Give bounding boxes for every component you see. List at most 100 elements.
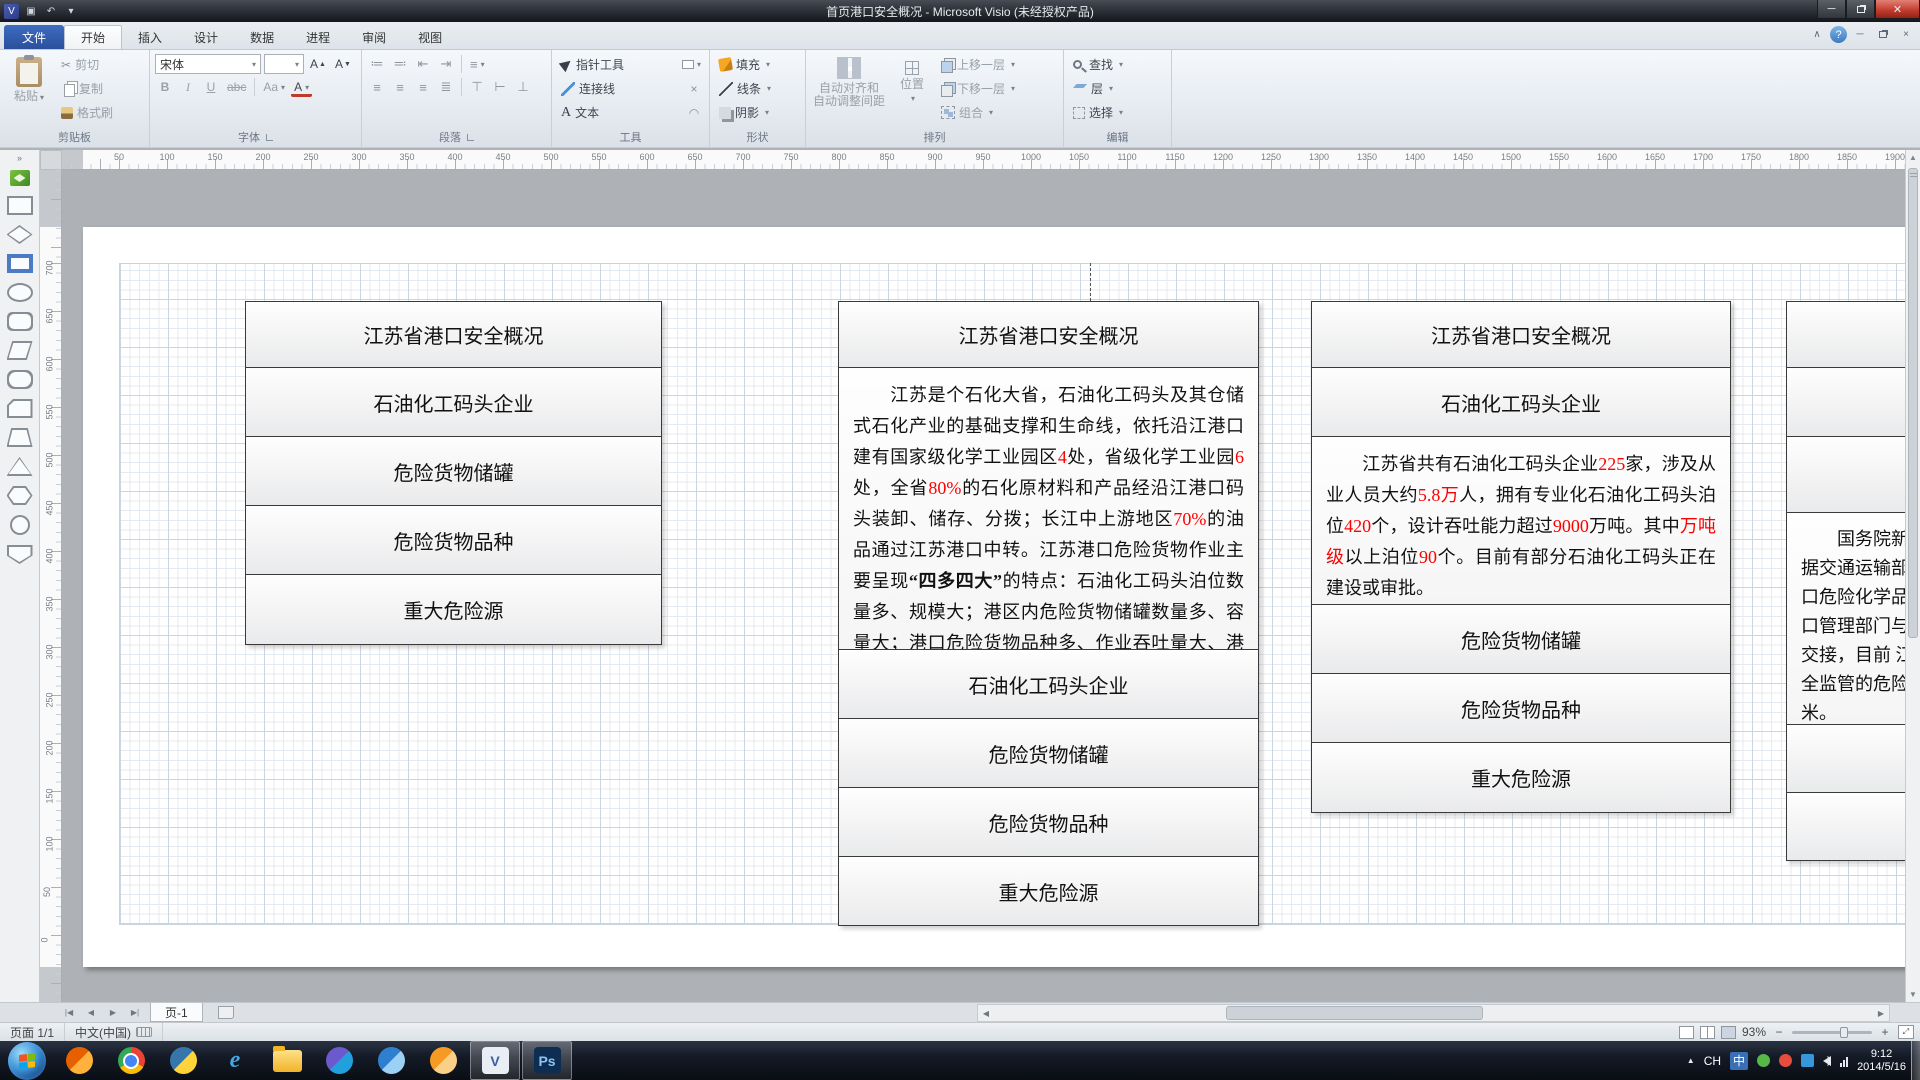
fill-button[interactable]: 填充▾ — [715, 54, 800, 75]
stencil-shape-shield[interactable] — [7, 545, 33, 564]
stencil-shape-card[interactable] — [7, 399, 33, 418]
find-button[interactable]: 查找▾ — [1069, 54, 1166, 75]
stencil-shape-triangle[interactable] — [7, 457, 33, 476]
diagram-cell[interactable]: 江苏省港口安全概况 — [838, 301, 1259, 368]
horizontal-scrollbar-thumb[interactable] — [1226, 1006, 1483, 1020]
tray-app-icon-green[interactable] — [1757, 1054, 1770, 1067]
tray-app-icon-blue[interactable] — [1801, 1054, 1814, 1067]
diagram-cell[interactable] — [1786, 367, 1905, 437]
diagram-port-safety-overview-list[interactable]: 江苏省港口安全概况石油化工码头企业危险货物储罐危险货物品种重大危险源 — [245, 301, 662, 645]
ribbon-tab-设计[interactable]: 设计 — [178, 25, 234, 49]
page-tab-1[interactable]: 页-1 — [150, 1003, 203, 1022]
line-spacing-button[interactable]: ≡▾ — [467, 54, 488, 74]
align-right-button[interactable]: ≡ — [413, 77, 433, 97]
taskbar-app-media-player[interactable] — [314, 1041, 364, 1080]
diagram-cell[interactable]: 危险货物储罐 — [245, 436, 662, 506]
ime-mode-icon[interactable]: 中 — [1730, 1052, 1748, 1070]
ribbon-tab-插入[interactable]: 插入 — [122, 25, 178, 49]
diagram-petrochemical-wharf-enterprises[interactable]: 江苏省港口安全概况石油化工码头企业 江苏省共有石油化工码头企业225家，涉及从业… — [1311, 301, 1731, 813]
taskbar-app-chrome[interactable] — [106, 1041, 156, 1080]
stencil-shape-rectangle[interactable] — [7, 196, 33, 215]
insert-page-button[interactable] — [218, 1006, 234, 1019]
tray-app-icon-red[interactable] — [1779, 1054, 1792, 1067]
scroll-up-icon[interactable]: ▲ — [1906, 150, 1920, 165]
taskbar-app-photoshop[interactable]: Ps — [522, 1041, 572, 1080]
bullets-button[interactable]: ≔ — [367, 54, 387, 74]
qat-customize-icon[interactable]: ▾ — [63, 3, 79, 19]
taskbar-app-outlook[interactable] — [418, 1041, 468, 1080]
diagram-cell[interactable] — [1786, 436, 1905, 513]
send-backward-button[interactable]: 下移一层▾ — [937, 78, 1019, 99]
page-nav-button-2[interactable]: ▶ — [102, 1003, 124, 1022]
zoom-out-icon[interactable]: − — [1772, 1025, 1786, 1039]
vertical-scrollbar-thumb[interactable] — [1908, 168, 1918, 638]
copy-button[interactable]: 复制 — [57, 78, 117, 99]
scroll-down-icon[interactable]: ▼ — [1906, 987, 1920, 1002]
connection-point-tool-button[interactable]: × — [684, 79, 704, 99]
ribbon-tab-视图[interactable]: 视图 — [402, 25, 458, 49]
diagram-cell[interactable]: 危险货物品种 — [838, 787, 1259, 857]
diagram-port-safety-overview-detail[interactable]: 江苏省港口安全概况 江苏是个石化大省，石油化工码头及其仓储式石化产业的基础支撑和… — [838, 301, 1259, 926]
position-button[interactable]: 位置▾ — [891, 54, 933, 131]
page-nav-button-3[interactable]: ▶| — [124, 1003, 146, 1022]
diagram-cell[interactable] — [1786, 301, 1905, 368]
minimize-button[interactable]: ─ — [1817, 0, 1846, 19]
auto-align-button[interactable]: 自动对齐和自动调整间距 — [811, 54, 887, 131]
diagram-cell[interactable]: 重大危险源 — [245, 574, 662, 645]
font-size-select[interactable]: ▾ — [264, 54, 304, 74]
rectangle-tool-button[interactable]: ▾ — [679, 55, 704, 75]
fullscreen-view-icon[interactable] — [1700, 1026, 1715, 1039]
stencil-document-icon[interactable] — [10, 170, 30, 186]
font-name-select[interactable]: 宋体▾ — [155, 54, 261, 74]
increase-indent-button[interactable]: ⇥ — [436, 54, 456, 74]
taskbar-app-internet-explorer[interactable]: e — [210, 1041, 260, 1080]
doc-minimize-button[interactable]: ─ — [1850, 26, 1870, 43]
diagram-cell[interactable]: 江苏省港口安全概况 — [245, 301, 662, 368]
taskbar-app-firefox[interactable] — [54, 1041, 104, 1080]
shadow-button[interactable]: 阴影▾ — [715, 102, 800, 123]
diagram-cell[interactable]: 国务院新《据交通运输部和口危险化学品安口管理部门与安交接，目前 江苏全监管的危险… — [1786, 512, 1905, 725]
taskbar-clock[interactable]: 9:12 2014/5/16 — [1857, 1048, 1906, 1074]
select-button[interactable]: 选择▾ — [1069, 102, 1166, 123]
start-button[interactable] — [8, 1042, 46, 1080]
zoom-slider-thumb[interactable] — [1840, 1027, 1848, 1038]
pointer-tool-button[interactable]: 指针工具 — [557, 54, 628, 75]
minimize-ribbon-icon[interactable]: ∧ — [1807, 26, 1827, 43]
layers-button[interactable]: 层▾ — [1069, 78, 1166, 99]
scroll-right-icon[interactable]: ▶ — [1873, 1005, 1889, 1021]
undo-icon[interactable]: ↶ — [43, 3, 59, 19]
expand-shapes-panel-icon[interactable]: » — [0, 150, 39, 166]
page-indicator[interactable]: 页面 1/1 — [0, 1023, 65, 1041]
show-desktop-button[interactable] — [1911, 1041, 1920, 1080]
page-nav-button-0[interactable]: |◀ — [58, 1003, 80, 1022]
stencil-shape-circle[interactable] — [10, 515, 30, 535]
diagram-cell[interactable]: 江苏是个石化大省，石油化工码头及其仓储式石化产业的基础支撑和生命线，依托沿江港口… — [838, 367, 1259, 650]
tray-expand-icon[interactable]: ▲ — [1687, 1056, 1695, 1065]
align-top-button[interactable]: ⊤ — [467, 77, 487, 97]
stencil-shape-hexagon[interactable] — [7, 486, 33, 505]
diagram-cell[interactable]: 危险货物品种 — [1311, 673, 1731, 743]
align-middle-button[interactable]: ⊢ — [490, 77, 510, 97]
diagram-cell[interactable]: 江苏省共有石油化工码头企业225家，涉及从业人员大约5.8万人，拥有专业化石油化… — [1311, 436, 1731, 605]
stencil-shape-ellipse[interactable] — [7, 283, 33, 302]
diagram-cell[interactable] — [1786, 792, 1905, 861]
diagram-cell[interactable]: 石油化工码头企业 — [1311, 367, 1731, 437]
presentation-view-icon[interactable] — [1721, 1026, 1736, 1039]
diagram-cell[interactable]: 重大危险源 — [838, 856, 1259, 926]
numbering-button[interactable]: ≕ — [390, 54, 410, 74]
volume-icon[interactable] — [1823, 1056, 1831, 1066]
grow-font-button[interactable]: A▲ — [307, 54, 329, 74]
ribbon-tab-进程[interactable]: 进程 — [290, 25, 346, 49]
underline-button[interactable]: U — [201, 77, 221, 97]
cut-button[interactable]: ✂剪切 — [57, 54, 117, 75]
text-tool-button[interactable]: A文本 — [557, 102, 603, 123]
drawing-canvas[interactable]: 江苏省港口安全概况石油化工码头企业危险货物储罐危险货物品种重大危险源江苏省港口安… — [62, 170, 1905, 1002]
taskbar-app-explorer-folder[interactable] — [262, 1041, 312, 1080]
zoom-slider[interactable] — [1792, 1031, 1872, 1034]
diagram-cell[interactable]: 危险货物品种 — [245, 505, 662, 575]
stencil-shape-trapezoid[interactable] — [7, 428, 33, 447]
change-case-button[interactable]: Aa▾ — [260, 77, 288, 97]
normal-view-icon[interactable] — [1679, 1026, 1694, 1039]
italic-button[interactable]: I — [178, 77, 198, 97]
diagram-cell[interactable] — [1786, 724, 1905, 793]
